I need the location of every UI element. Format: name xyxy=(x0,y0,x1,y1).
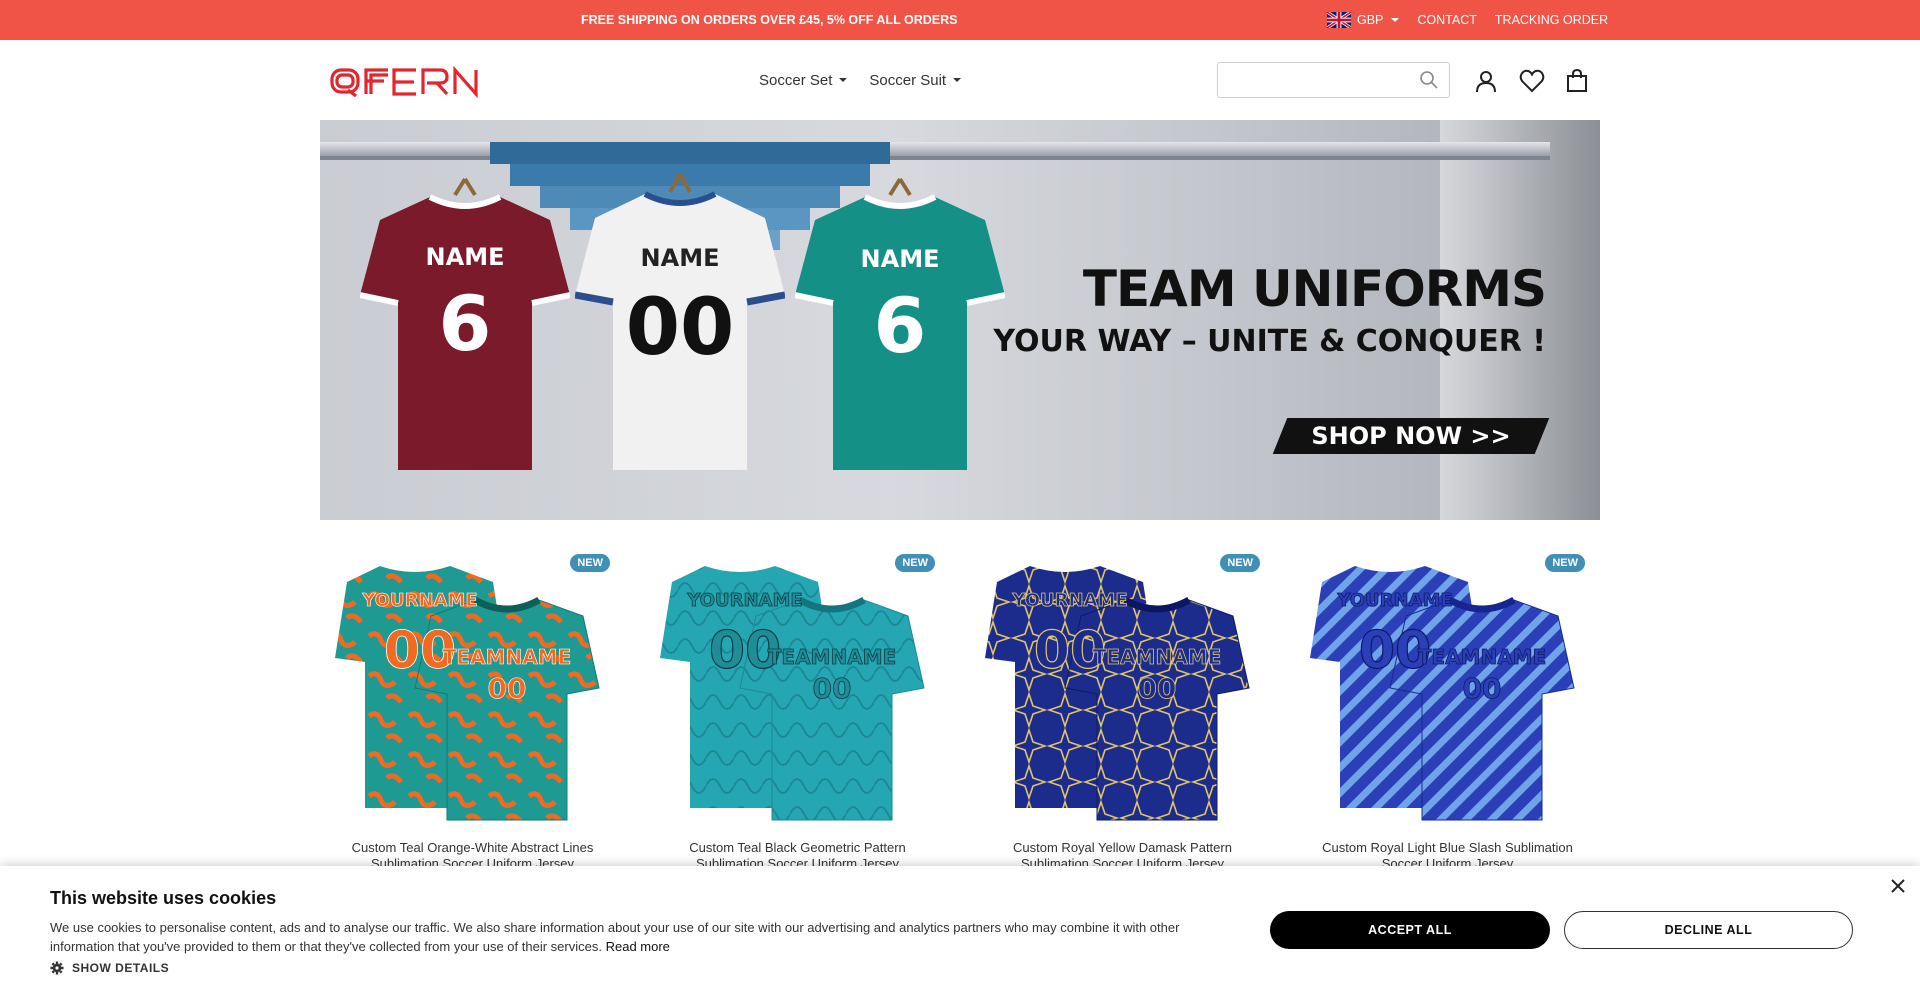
topbar-links: GBP CONTACT TRACKING ORDER xyxy=(1327,0,1608,40)
jersey-team-print: TEAMNAME xyxy=(443,645,571,669)
chevron-down-icon xyxy=(839,78,848,82)
main-nav: Soccer Set Soccer Suit xyxy=(759,68,962,92)
read-more-link[interactable]: Read more xyxy=(606,939,670,954)
product-card[interactable]: YOURNAME 00 TEAMNAME 00 NEW Custom Royal… xyxy=(975,548,1270,872)
nav-soccer-set[interactable]: Soccer Set xyxy=(759,68,848,92)
jersey-number-print: 00 xyxy=(488,672,527,705)
hero-headline: TEAM UNIFORMS xyxy=(1082,260,1547,318)
chevron-down-icon xyxy=(1391,18,1400,22)
chevron-down-icon xyxy=(953,78,962,82)
product-image[interactable]: YOURNAME 00 TEAMNAME 00 NEW xyxy=(650,548,945,830)
jersey-name: NAME xyxy=(426,243,505,271)
nav-label: Soccer Set xyxy=(759,71,833,89)
product-image[interactable]: YOURNAME 00 TEAMNAME 00 NEW xyxy=(325,548,620,830)
hero-subline: YOUR WAY – UNITE & CONQUER ! xyxy=(993,324,1546,359)
product-card[interactable]: YOURNAME 00 TEAMNAME 00 NEW Custom Royal… xyxy=(1300,548,1595,872)
tracking-order-link[interactable]: TRACKING ORDER xyxy=(1495,13,1608,27)
accept-all-button[interactable]: ACCEPT ALL xyxy=(1270,911,1550,949)
nav-soccer-suit[interactable]: Soccer Suit xyxy=(869,68,962,92)
product-image[interactable]: YOURNAME 00 TEAMNAME 00 NEW xyxy=(1300,548,1595,830)
jersey-team-print: TEAMNAME xyxy=(1093,645,1221,669)
promo-text: FREE SHIPPING ON ORDERS OVER £45, 5% OFF… xyxy=(581,13,961,27)
product-grid: YOURNAME 00 TEAMNAME 00 NEW Custom Teal … xyxy=(325,548,1595,872)
jersey-number: 6 xyxy=(874,281,927,370)
shop-now-button[interactable]: SHOP NOW >> xyxy=(1272,418,1550,454)
show-details-label: SHOW DETAILS xyxy=(72,961,170,975)
cookie-title: This website uses cookies xyxy=(50,888,277,908)
uk-flag-icon xyxy=(1327,12,1351,28)
jersey-name-print: YOURNAME xyxy=(686,590,802,611)
qfern-logo[interactable] xyxy=(330,66,482,98)
cookie-banner: This website uses cookies We use cookies… xyxy=(0,866,1920,993)
currency-label: GBP xyxy=(1357,13,1384,27)
jersey-pair-image: YOURNAME 00 TEAMNAME 00 xyxy=(1310,566,1575,821)
announcement-bar: FREE SHIPPING ON ORDERS OVER £45, 5% OFF… xyxy=(0,0,1920,40)
product-image[interactable]: YOURNAME 00 TEAMNAME 00 NEW xyxy=(975,548,1270,830)
gear-icon xyxy=(50,961,64,975)
jersey-name: NAME xyxy=(641,244,720,272)
hero-banner[interactable]: NAME 6 NAME 00 NAME 6 TEAM UNIFORMS YOUR… xyxy=(320,120,1600,520)
contact-link[interactable]: CONTACT xyxy=(1417,13,1477,27)
new-badge: NEW xyxy=(570,554,610,572)
jersey-team-print: TEAMNAME xyxy=(768,645,896,669)
new-badge: NEW xyxy=(1545,554,1585,572)
cart-icon[interactable] xyxy=(1564,68,1590,94)
jersey-number: 6 xyxy=(439,279,492,368)
shop-now-label: SHOP NOW >> xyxy=(1311,422,1511,450)
jersey-name-print: YOURNAME xyxy=(361,590,477,611)
decline-all-button[interactable]: DECLINE ALL xyxy=(1564,911,1853,949)
product-card[interactable]: YOURNAME 00 TEAMNAME 00 NEW Custom Teal … xyxy=(650,548,945,872)
jersey-number: 00 xyxy=(626,283,735,373)
jersey-pair-image: YOURNAME 00 TEAMNAME 00 xyxy=(985,566,1250,821)
hero-jersey-white: NAME 00 xyxy=(575,173,785,470)
jersey-name-print: YOURNAME xyxy=(1011,590,1127,611)
jersey-name-print: YOURNAME xyxy=(1336,590,1452,611)
new-badge: NEW xyxy=(1220,554,1260,572)
close-icon[interactable] xyxy=(1888,876,1908,896)
hero-jersey-maroon: NAME 6 xyxy=(360,177,570,470)
show-details-toggle[interactable]: SHOW DETAILS xyxy=(50,961,169,975)
search-input[interactable] xyxy=(1218,63,1408,97)
cookie-text: We use cookies to personalise content, a… xyxy=(50,918,1230,956)
jersey-pair-image: YOURNAME 00 TEAMNAME 00 xyxy=(335,566,600,821)
hero-jersey-teal: NAME 6 xyxy=(795,177,1005,470)
nav-label: Soccer Suit xyxy=(869,71,947,89)
new-badge: NEW xyxy=(895,554,935,572)
wishlist-icon[interactable] xyxy=(1519,68,1545,94)
currency-selector[interactable]: GBP xyxy=(1327,12,1400,28)
search-box xyxy=(1217,62,1450,98)
account-icon[interactable] xyxy=(1473,68,1499,94)
jersey-pair-image: YOURNAME 00 TEAMNAME 00 xyxy=(660,566,925,821)
product-card[interactable]: YOURNAME 00 TEAMNAME 00 NEW Custom Teal … xyxy=(325,548,620,872)
jersey-team-print: TEAMNAME xyxy=(1418,645,1546,669)
background-wall xyxy=(1440,120,1600,520)
jersey-number-print: 00 xyxy=(1138,672,1177,705)
jersey-number-print: 00 xyxy=(1463,672,1502,705)
jersey-name: NAME xyxy=(861,245,940,273)
jersey-number-print: 00 xyxy=(813,672,852,705)
search-icon[interactable] xyxy=(1419,70,1439,90)
